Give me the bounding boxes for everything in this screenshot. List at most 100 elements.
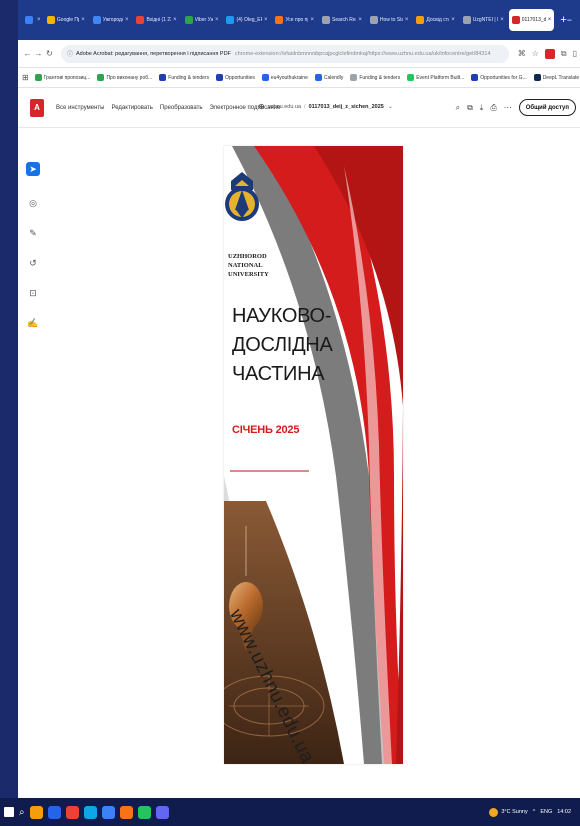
bookmark-item[interactable]: Про виконану роб... bbox=[97, 74, 152, 81]
close-tab-icon[interactable]: × bbox=[125, 17, 129, 23]
browser-tab[interactable]: How to Start× bbox=[367, 9, 412, 31]
close-tab-icon[interactable]: × bbox=[451, 17, 455, 23]
university-line: UZHHOROD bbox=[228, 253, 267, 260]
taskbar-app-icon[interactable] bbox=[65, 805, 79, 819]
copy-icon[interactable]: ⧉ bbox=[467, 103, 473, 113]
tool-rail: ➤ ◎ ✎ ↺ ⊡ ✍ bbox=[18, 128, 48, 798]
bookmark-favicon-icon bbox=[97, 74, 105, 81]
bookmark-item[interactable]: Opportunities bbox=[216, 74, 255, 81]
chevron-down-icon[interactable]: ⌄ bbox=[388, 103, 393, 110]
share-button[interactable]: Общий доступ bbox=[518, 99, 576, 116]
close-tab-icon[interactable]: × bbox=[173, 17, 177, 23]
apps-grid-icon[interactable]: ⊞ bbox=[22, 73, 29, 82]
browser-tab[interactable]: × bbox=[22, 9, 42, 31]
menu-convert[interactable]: Преобразовать bbox=[160, 105, 203, 111]
browser-tab[interactable]: (4) Oleg_ERA× bbox=[223, 9, 270, 31]
minimize-button[interactable]: − bbox=[567, 15, 572, 25]
select-cursor-icon[interactable]: ➤ bbox=[26, 162, 40, 176]
bookmark-item[interactable]: Грантові пропозиц... bbox=[34, 74, 90, 81]
close-tab-icon[interactable]: × bbox=[358, 17, 362, 23]
file-name-box[interactable]: ⊕ uzhnu.edu.ua / 0117013_deij_z_sichen_2… bbox=[258, 102, 393, 111]
url-field[interactable]: ⓘ Adobe Acrobat: редагування, перетворен… bbox=[61, 44, 509, 63]
title-line: ДОСЛІДНА bbox=[232, 334, 333, 356]
draw-icon[interactable]: ↺ bbox=[26, 256, 40, 270]
menu-edit[interactable]: Редактировать bbox=[111, 105, 152, 111]
taskbar-app-icon[interactable] bbox=[101, 805, 115, 819]
tab-title: Вхідні (1 231 bbox=[146, 17, 171, 23]
close-tab-icon[interactable]: × bbox=[215, 17, 219, 23]
bookmark-label: Funding & tenders bbox=[359, 74, 401, 81]
browser-tab[interactable]: 0117013_dej× bbox=[508, 9, 555, 31]
browser-tab[interactable]: Ужгородсь× bbox=[90, 9, 132, 31]
taskbar-app-icon[interactable] bbox=[47, 805, 61, 819]
close-tab-icon[interactable]: × bbox=[548, 17, 552, 23]
taskbar-app-icon[interactable] bbox=[119, 805, 133, 819]
close-tab-icon[interactable]: × bbox=[405, 17, 409, 23]
browser-tab[interactable]: Усе про про× bbox=[272, 9, 317, 31]
bookmark-star-icon[interactable]: ☆ bbox=[532, 49, 539, 58]
bookmark-item[interactable]: eu4youthukraine bbox=[261, 74, 308, 81]
start-icon[interactable] bbox=[4, 807, 14, 817]
signature-icon[interactable]: ✍ bbox=[26, 316, 40, 330]
close-tab-icon[interactable]: × bbox=[310, 17, 314, 23]
bookmark-favicon-icon bbox=[407, 74, 415, 81]
add-comment-icon[interactable]: ◎ bbox=[26, 196, 40, 210]
search-icon[interactable]: ⌕ bbox=[19, 807, 25, 818]
bookmark-item[interactable]: Funding & tenders bbox=[350, 74, 400, 81]
tray-arrow-icon[interactable]: ^ bbox=[533, 809, 536, 815]
browser-tab[interactable]: Viber Ужд× bbox=[182, 9, 222, 31]
bookmark-item[interactable]: Event Platform Built... bbox=[407, 74, 464, 81]
site-info-icon[interactable]: ⓘ bbox=[67, 49, 73, 58]
browser-tab[interactable]: Search Resu× bbox=[319, 9, 365, 31]
close-tab-icon[interactable]: × bbox=[37, 17, 41, 23]
print-icon[interactable]: ⎙ bbox=[490, 103, 496, 113]
taskbar-app-icon[interactable] bbox=[137, 805, 151, 819]
acrobat-toolbar: A Все инструменты Редактировать Преобраз… bbox=[18, 88, 580, 128]
globe-icon: ⊕ bbox=[258, 102, 265, 111]
acrobat-extension-icon[interactable] bbox=[544, 48, 555, 59]
extensions-icon[interactable]: ⧉ bbox=[561, 49, 567, 59]
bookmark-item[interactable]: DeepL Translate | H... bbox=[533, 74, 580, 81]
bookmark-label: Calendly bbox=[323, 74, 344, 81]
tab-title: Усе про про bbox=[285, 17, 308, 23]
reload-icon[interactable]: ↻ bbox=[44, 49, 55, 58]
bookmark-favicon-icon bbox=[314, 74, 322, 81]
close-tab-icon[interactable]: × bbox=[500, 17, 504, 23]
clock[interactable]: 14:02 bbox=[557, 809, 571, 815]
menu-all-tools[interactable]: Все инструменты bbox=[56, 105, 104, 111]
sidepanel-icon[interactable]: ▯ bbox=[573, 49, 577, 58]
tab-title: Ужгородсь bbox=[102, 17, 123, 23]
right-tools: ⌕ ⧉ ⤓ ⎙ ⋯ Общий доступ bbox=[456, 99, 576, 116]
browser-tab[interactable]: Google Про× bbox=[44, 9, 88, 31]
weather-text[interactable]: 3°C Sunny bbox=[501, 809, 527, 815]
tab-favicon-icon bbox=[369, 16, 378, 24]
weather-icon[interactable] bbox=[489, 807, 499, 817]
browser-tab[interactable]: UzgNTEI | Ho× bbox=[460, 9, 507, 31]
text-box-icon[interactable]: ⊡ bbox=[26, 286, 40, 300]
close-tab-icon[interactable]: × bbox=[264, 17, 268, 23]
bookmark-item[interactable]: Calendly bbox=[314, 74, 344, 81]
taskbar-app-icon[interactable] bbox=[29, 805, 43, 819]
document-area[interactable]: UZHHOROD NATIONAL UNIVERSITY НАУКОВО- ДО… bbox=[48, 128, 580, 798]
language-indicator[interactable]: ENG bbox=[540, 809, 552, 815]
bookmark-item[interactable]: Funding & tenders bbox=[159, 74, 209, 81]
translate-icon[interactable]: ⌘ bbox=[518, 49, 526, 58]
bookmark-item[interactable]: Opportunities for G... bbox=[471, 74, 527, 81]
taskbar-app-icon[interactable] bbox=[155, 805, 169, 819]
close-tab-icon[interactable]: × bbox=[81, 17, 85, 23]
university-line: NATIONAL bbox=[228, 262, 263, 269]
tab-favicon-icon bbox=[462, 16, 471, 24]
search-icon[interactable]: ⌕ bbox=[456, 103, 460, 113]
browser-tab[interactable]: Вхідні (1 231× bbox=[133, 9, 179, 31]
bookmark-favicon-icon bbox=[471, 74, 479, 81]
taskbar-app-icon[interactable] bbox=[83, 805, 97, 819]
acrobat-logo-icon[interactable]: A bbox=[30, 98, 44, 117]
download-icon[interactable]: ⤓ bbox=[480, 103, 484, 113]
browser-tab[interactable]: Досвід стал× bbox=[413, 9, 457, 31]
more-icon[interactable]: ⋯ bbox=[504, 103, 512, 112]
highlight-pen-icon[interactable]: ✎ bbox=[26, 226, 40, 240]
browser-window: ×Google Про×Ужгородсь×Вхідні (1 231×Vibe… bbox=[18, 0, 580, 798]
forward-icon[interactable]: → bbox=[33, 49, 44, 58]
back-icon[interactable]: ← bbox=[22, 49, 33, 58]
tab-title: How to Start bbox=[379, 17, 403, 23]
